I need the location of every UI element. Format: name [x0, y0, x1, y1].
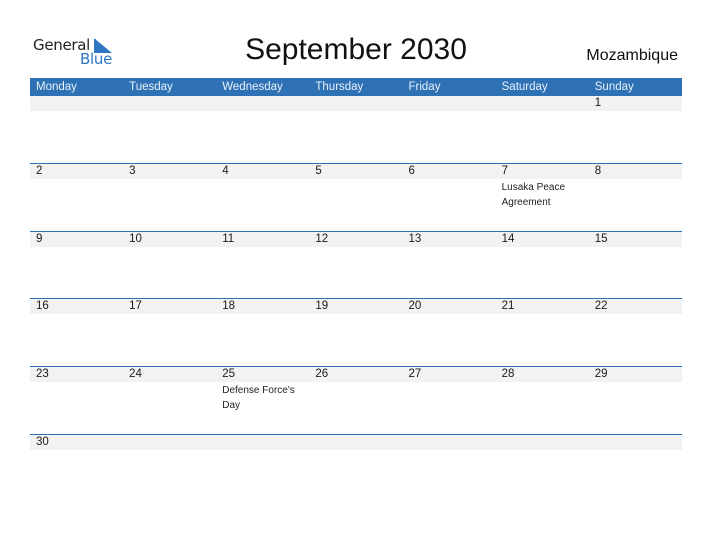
weekday-header-row: Monday Tuesday Wednesday Thursday Friday… [30, 78, 682, 96]
week-row: 30 [30, 433, 682, 502]
date-strip: 9 10 11 12 13 14 15 [30, 231, 682, 247]
day-number: 16 [36, 300, 49, 313]
day-number: 12 [315, 232, 329, 245]
day-number: 5 [315, 164, 322, 177]
day-number: 10 [129, 232, 142, 245]
date-strip: 30 [30, 434, 682, 450]
day-cell: 5 [309, 164, 402, 179]
day-cell [496, 435, 589, 450]
weekday-header: Monday [36, 81, 77, 93]
day-number: 24 [129, 368, 142, 381]
day-cell [216, 96, 309, 111]
weekday-header: Friday [408, 81, 441, 93]
day-cell: 1 [589, 96, 682, 111]
day-number: 14 [501, 232, 515, 245]
day-number: 25 [222, 368, 236, 381]
day-cell: 18 [216, 299, 309, 314]
day-number: 27 [408, 368, 422, 381]
day-cell [496, 96, 589, 111]
day-cell: 26 [309, 367, 402, 382]
day-cell: 21 [496, 299, 589, 314]
day-number: 17 [129, 300, 142, 313]
day-cell [403, 96, 496, 111]
day-number: 7 [501, 164, 509, 177]
day-cell: 15 [589, 232, 682, 247]
weeks-container: 1 2 3 4 5 6 7 Lusaka Peace Agreement 8 9 10 11 12 13 1… [30, 96, 682, 502]
day-cell: 11 [216, 232, 309, 247]
day-cell: 7 Lusaka Peace Agreement [496, 164, 589, 208]
week-row: 9 10 11 12 13 14 15 [30, 230, 682, 299]
date-strip: 23 24 25 Defense Force's Day 26 27 28 29 [30, 367, 682, 411]
day-number: 4 [222, 164, 229, 177]
day-number: 18 [222, 300, 236, 313]
weekday-header: Saturday [501, 81, 548, 93]
day-cell: 20 [403, 299, 496, 314]
weekday-header: Sunday [594, 81, 634, 93]
weekday-header: Wednesday [222, 81, 283, 93]
calendar-grid: Monday Tuesday Wednesday Thursday Friday… [30, 78, 682, 502]
date-strip: 1 [30, 96, 682, 111]
day-number: 19 [315, 300, 329, 313]
day-cell: 12 [309, 232, 402, 247]
day-number: 3 [129, 164, 136, 177]
day-cell: 13 [403, 232, 496, 247]
day-cell [309, 96, 402, 111]
day-cell [30, 96, 123, 111]
day-cell: 16 [30, 299, 123, 314]
day-cell: 10 [123, 232, 216, 247]
day-number: 28 [501, 368, 515, 381]
day-cell [309, 435, 402, 450]
weekday-header: Tuesday [129, 81, 173, 93]
week-row: 1 [30, 96, 682, 163]
day-number: 21 [501, 300, 515, 313]
day-number: 22 [594, 300, 608, 313]
day-cell: 19 [309, 299, 402, 314]
day-number: 26 [315, 368, 329, 381]
day-number: 15 [594, 232, 608, 245]
day-number: 8 [594, 164, 602, 177]
day-cell: 29 [589, 367, 682, 382]
day-cell: 22 [589, 299, 682, 314]
day-number: 11 [222, 232, 235, 245]
day-cell: 24 [123, 367, 216, 382]
day-cell: 3 [123, 164, 216, 179]
day-number: 20 [408, 300, 422, 313]
day-cell: 30 [30, 435, 123, 450]
week-row: 16 17 18 19 20 21 22 [30, 298, 682, 366]
day-cell: 14 [496, 232, 589, 247]
weekday-header: Thursday [315, 81, 364, 93]
day-cell: 17 [123, 299, 216, 314]
country-label: Mozambique [586, 47, 678, 64]
day-cell [216, 435, 309, 450]
day-cell [403, 435, 496, 450]
day-cell [123, 435, 216, 450]
day-number: 2 [36, 164, 43, 177]
day-cell: 25 Defense Force's Day [216, 367, 309, 411]
holiday-event: Lusaka Peace Agreement [501, 181, 566, 208]
day-number: 9 [36, 232, 43, 245]
day-cell: 23 [30, 367, 123, 382]
date-strip: 2 3 4 5 6 7 Lusaka Peace Agreement 8 [30, 163, 682, 208]
day-cell: 8 [589, 164, 682, 179]
day-number: 30 [36, 435, 49, 448]
day-cell: 28 [496, 367, 589, 382]
day-number: 1 [594, 97, 602, 109]
week-row: 2 3 4 5 6 7 Lusaka Peace Agreement 8 [30, 162, 682, 231]
day-cell: 2 [30, 164, 123, 179]
day-cell [589, 435, 682, 450]
day-number: 6 [408, 164, 415, 177]
day-cell [123, 96, 216, 111]
day-number: 23 [36, 368, 49, 381]
day-cell: 27 [403, 367, 496, 382]
date-strip: 16 17 18 19 20 21 22 [30, 299, 682, 315]
day-number: 13 [408, 232, 422, 245]
day-cell: 9 [30, 232, 123, 247]
day-cell: 6 [403, 164, 496, 179]
holiday-event: Defense Force's Day [222, 385, 295, 412]
week-row: 23 24 25 Defense Force's Day 26 27 28 29 [30, 366, 682, 434]
day-cell: 4 [216, 164, 309, 179]
day-number: 29 [594, 368, 608, 381]
